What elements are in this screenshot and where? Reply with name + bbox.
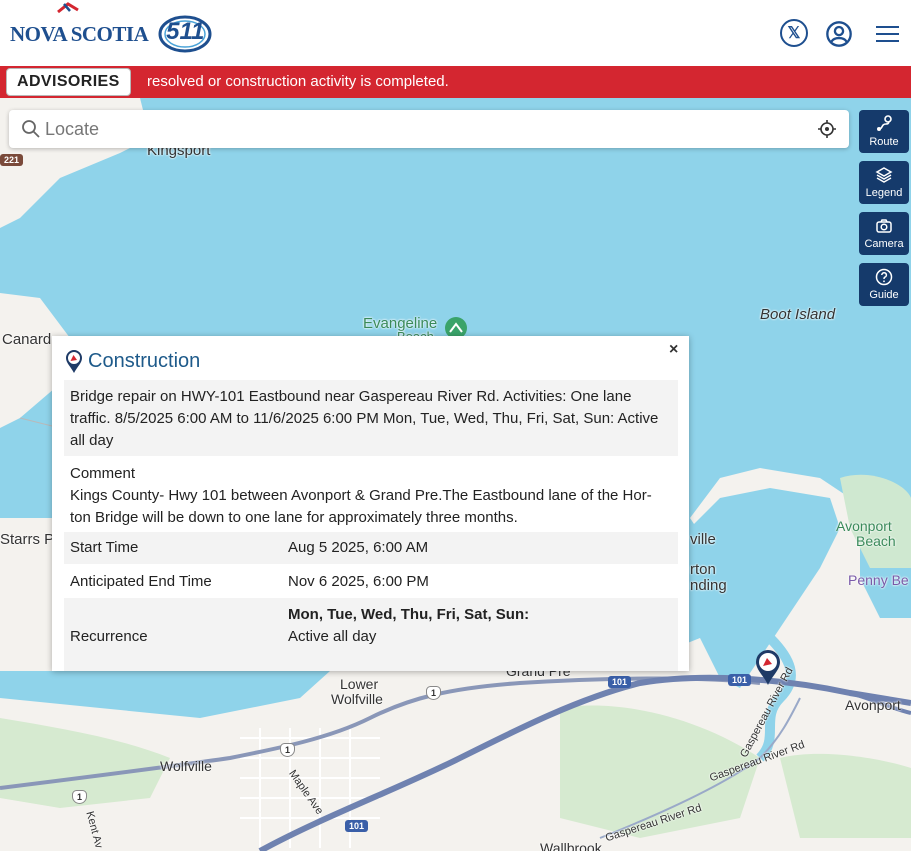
top-header: NOVA SCOTIA 511 𝕏 [0,0,911,66]
start-time-label: Start Time [70,539,139,556]
event-description: Bridge repair on HWY-101 Eastbound near … [64,380,678,456]
end-time-value: Nov 6 2025, 6:00 PM [288,573,429,590]
map-label-hortonville: ville [690,531,716,548]
recurrence-row: Recurrence Mon, Tue, Wed, Thu, Fri, Sat,… [64,598,678,671]
map-label-penny-beach: Penny Be [848,572,909,588]
construction-marker-icon[interactable] [754,648,782,686]
map-label-horton-landing-2: nding [690,577,727,594]
comment-section: Comment Kings County- Hwy 101 between Av… [64,460,678,532]
logo-511: 511 [158,15,212,53]
route-shield-101-b: 101 [728,674,752,686]
recurrence-days: Mon, Tue, Wed, Thu, Fri, Sat, Sun: [288,606,530,623]
layers-icon [875,167,893,183]
construction-popup: Construction × Bridge repair on HWY-101 … [52,336,689,671]
advisories-ticker[interactable]: resolved or construction activity is com… [147,73,449,90]
help-icon [875,268,893,286]
route-shield-101-a: 101 [608,676,632,688]
route-button[interactable]: Route [859,110,909,153]
legend-label: Legend [865,187,903,199]
start-time-value: Aug 5 2025, 6:00 AM [288,539,429,556]
map-label-avonport-beach-2: Beach [856,533,896,549]
close-icon[interactable]: × [669,341,678,359]
site-logo[interactable]: NOVA SCOTIA 511 [10,2,212,56]
construction-pin-icon [66,350,82,373]
route-shield-101-c: 101 [345,820,369,832]
nova-scotia-flag-icon [57,2,79,14]
advisories-bar: ADVISORIES resolved or construction acti… [0,66,911,98]
locate-input[interactable] [45,116,805,142]
logo-511-text: 511 [166,18,205,45]
nova-scotia-wordmark: NOVA SCOTIA [10,21,149,46]
map-label-lower-wolfville-1: Lower [340,676,379,692]
map-label-horton-landing-1: rton [690,561,716,578]
advisories-button[interactable]: ADVISORIES [6,68,131,96]
map-label-avonport: Avonport [845,697,901,713]
locate-search-box [9,110,849,148]
route-label: Route [869,136,899,148]
guide-label: Guide [869,289,899,301]
x-social-icon[interactable]: 𝕏 [780,19,808,47]
map-label-wallbrook: Wallbrook [540,840,602,851]
map-label-wolfville: Wolfville [160,758,212,774]
map-label-avonport-beach-1: Avonport [836,518,892,534]
recurrence-label: Recurrence [70,628,148,645]
search-icon [22,120,40,138]
recurrence-status: Active all day [288,628,377,645]
camera-icon [876,219,892,233]
map-label-lower-wolfville-2: Wolfville [331,691,383,707]
camera-label: Camera [864,238,904,250]
legend-button[interactable]: Legend [859,161,909,204]
start-time-row: Start Time Aug 5 2025, 6:00 AM [64,532,678,564]
route-icon [877,115,892,131]
comment-label: Comment [70,465,136,482]
map-label-boot-island: Boot Island [760,306,836,323]
map-label-starrs-point: Starrs P [0,531,55,548]
popup-title: Construction [88,350,201,372]
end-time-row: Anticipated End Time Nov 6 2025, 6:00 PM [64,565,678,597]
route-shield-221: 221 [0,154,24,166]
comment-text: Kings County- Hwy 101 between Avonport &… [70,487,652,526]
guide-button[interactable]: Guide [859,263,909,306]
end-time-label: Anticipated End Time [70,573,212,590]
user-account-icon[interactable] [825,20,853,48]
hamburger-menu-icon[interactable] [876,26,899,42]
camera-button[interactable]: Camera [859,212,909,255]
my-location-icon[interactable] [817,119,837,139]
map-label-canard: Canard [2,331,52,348]
